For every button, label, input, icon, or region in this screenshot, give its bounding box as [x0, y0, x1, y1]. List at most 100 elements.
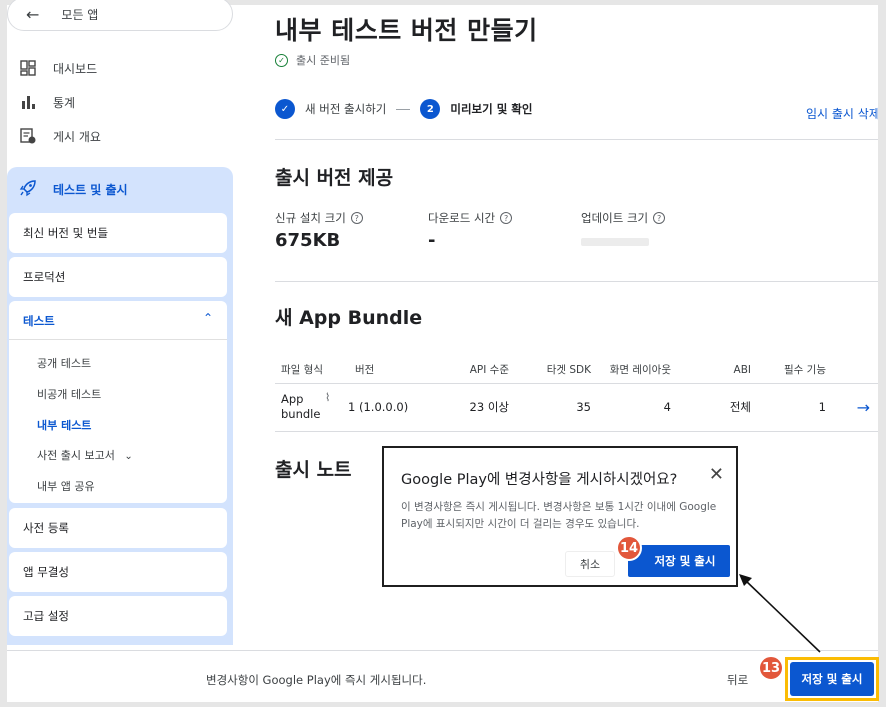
status-text: 출시 준비됨 — [296, 54, 351, 67]
release-notes-title: 출시 노트 — [275, 459, 352, 481]
step-2-label: 미리보기 및 확인 — [450, 102, 533, 116]
new-install-size-label: 신규 설치 크기 ? — [275, 210, 363, 226]
step-1-label[interactable]: 새 버전 출시하기 — [305, 101, 386, 117]
update-size-value-redacted — [581, 238, 649, 246]
save-and-publish-button[interactable]: 저장 및 출시 — [790, 662, 874, 696]
download-time-label: 다운로드 시간 ? — [428, 210, 513, 226]
sidebar-item-test-and-release[interactable]: 테스트 및 출시 — [19, 179, 128, 200]
back-arrow-icon: ← — [26, 4, 40, 24]
sidebar-item-label: 프로덕션 — [23, 270, 66, 284]
sidebar-item-app-integrity[interactable]: 앱 무결성 — [9, 552, 227, 592]
file-type-line1: App — [281, 392, 304, 406]
sidebar-item-publishing-overview[interactable]: 게시 개요 — [19, 127, 101, 145]
column-header-empty — [826, 357, 878, 384]
table-row[interactable]: App bundle ⌇ 1 (1.0.0.0) 23 이상 35 4 전체 1… — [275, 383, 878, 432]
row-detail-button[interactable]: → — [826, 383, 878, 432]
step-badge-13: 13 — [758, 655, 784, 681]
discard-draft-link[interactable]: 임시 출시 삭제 — [806, 105, 878, 122]
step-badge-14: 14 — [616, 535, 642, 561]
column-header: API 수준 — [423, 357, 509, 384]
stepper: ✓ 새 버전 출시하기 2 미리보기 및 확인 — [275, 99, 532, 119]
column-header: 화면 레이아웃 — [591, 357, 671, 384]
cell-layouts: 4 — [591, 383, 671, 432]
cell-version: ⌇ 1 (1.0.0.0) — [325, 383, 423, 432]
column-header: 버전 — [333, 357, 423, 384]
divider — [275, 139, 878, 140]
app-bundle-table: 파일 형식 버전 API 수준 타겟 SDK 화면 레이아웃 ABI 필수 기능… — [275, 357, 878, 432]
help-icon[interactable]: ? — [500, 212, 513, 224]
back-to-all-apps-button[interactable]: ← 모든 앱 — [7, 0, 233, 31]
sidebar-item-pre-launch-report[interactable]: 사전 출시 보고서 ⌄ — [37, 447, 133, 463]
group-label: 테스트 및 출시 — [53, 183, 128, 197]
sidebar-item-production[interactable]: 프로덕션 — [9, 257, 227, 297]
column-header: ABI — [671, 357, 751, 384]
sidebar-item-label: 최신 버전 및 번들 — [23, 226, 109, 240]
testing-section: 테스트 ⌃ 공개 테스트 비공개 테스트 내부 테스트 사전 출시 보고서 ⌄ … — [9, 301, 227, 503]
dashboard-icon — [19, 59, 37, 77]
sidebar-item-statistics[interactable]: 통계 — [19, 93, 75, 111]
sidebar-item-label: 앱 무결성 — [23, 565, 69, 579]
download-time-value: - — [428, 230, 436, 251]
help-icon[interactable]: ? — [653, 212, 666, 224]
sidebar-item-label: 고급 설정 — [23, 609, 69, 623]
release-status: ✓ 출시 준비됨 — [275, 52, 350, 68]
new-install-size-value: 675KB — [275, 230, 341, 251]
sidebar-item-internal-testing[interactable]: 내부 테스트 — [37, 417, 91, 433]
metric-label-text: 업데이트 크기 — [581, 211, 649, 225]
sidebar-item-label: 대시보드 — [53, 61, 98, 76]
arrow-right-icon: → — [856, 397, 870, 417]
metric-label-text: 신규 설치 크기 — [275, 211, 346, 225]
cell-target-sdk: 35 — [509, 383, 591, 432]
back-button[interactable]: 뒤로 — [727, 672, 748, 688]
sidebar-item-closed-testing[interactable]: 비공개 테스트 — [37, 386, 101, 402]
help-icon[interactable]: ? — [350, 212, 363, 224]
app-bundle-title: 새 App Bundle — [275, 307, 423, 329]
bottom-action-bar: 변경사항이 Google Play에 즉시 게시됩니다. 뒤로 저장 및 출시 — [7, 650, 879, 702]
cell-features: 1 — [751, 383, 826, 432]
divider — [9, 339, 227, 340]
sidebar-item-testing[interactable]: 테스트 — [23, 313, 55, 329]
sidebar: ← 모든 앱 대시보드 통계 게시 개요 테스트 및 출시 최신 버전 및 번들 — [7, 0, 233, 645]
chevron-up-icon[interactable]: ⌃ — [203, 311, 213, 325]
table-header-row: 파일 형식 버전 API 수준 타겟 SDK 화면 레이아웃 ABI 필수 기능 — [275, 357, 878, 384]
check-circle-icon: ✓ — [275, 53, 288, 67]
dialog-body: 이 변경사항은 즉시 게시됩니다. 변경사항은 보통 1시간 이내에 Googl… — [401, 501, 717, 530]
test-and-release-group: 테스트 및 출시 최신 버전 및 번들 프로덕션 테스트 ⌃ 공개 테스트 비공… — [7, 167, 233, 645]
dialog-save-and-publish-button[interactable]: 저장 및 출시 — [628, 545, 730, 577]
cell-api: 23 이상 — [423, 383, 509, 432]
version-text: 1 (1.0.0.0) — [348, 400, 409, 414]
cell-abi: 전체 — [671, 383, 751, 432]
file-type-line2: bundle — [281, 407, 321, 421]
paperclip-icon: ⌇ — [325, 391, 331, 404]
step-2-number: 2 — [420, 99, 441, 119]
page-title: 내부 테스트 버전 만들기 — [275, 16, 538, 45]
metric-label-text: 다운로드 시간 — [428, 211, 496, 225]
sidebar-item-advanced-settings[interactable]: 고급 설정 — [9, 596, 227, 636]
update-size-label: 업데이트 크기 ? — [581, 210, 666, 226]
sidebar-item-latest-releases[interactable]: 최신 버전 및 번들 — [9, 213, 227, 253]
step-connector — [396, 108, 411, 110]
divider — [275, 281, 878, 282]
chevron-down-icon: ⌄ — [124, 451, 133, 462]
dialog-title: Google Play에 변경사항을 게시하시겠어요? — [401, 472, 678, 488]
bar-chart-icon — [19, 93, 37, 111]
dialog-cancel-button[interactable]: 취소 — [565, 551, 615, 577]
column-header: 필수 기능 — [751, 357, 826, 384]
rocket-icon — [19, 179, 37, 200]
publish-confirm-dialog: Google Play에 변경사항을 게시하시겠어요? ✕ 이 변경사항은 즉시… — [382, 446, 738, 587]
sidebar-item-label: 사전 출시 보고서 — [37, 449, 115, 462]
sidebar-item-dashboard[interactable]: 대시보드 — [19, 59, 97, 77]
close-icon[interactable]: ✕ — [709, 464, 724, 485]
sidebar-item-open-testing[interactable]: 공개 테스트 — [37, 355, 91, 371]
step-done-check-icon: ✓ — [275, 99, 295, 119]
sidebar-item-label: 게시 개요 — [53, 129, 101, 144]
publishing-overview-icon — [19, 127, 37, 145]
column-header: 파일 형식 — [275, 357, 333, 384]
bottom-message: 변경사항이 Google Play에 즉시 게시됩니다. — [206, 673, 427, 687]
column-header: 타겟 SDK — [509, 357, 591, 384]
back-label: 모든 앱 — [61, 7, 99, 22]
sidebar-item-internal-app-sharing[interactable]: 내부 앱 공유 — [37, 478, 95, 494]
sidebar-item-label: 통계 — [53, 95, 76, 110]
sidebar-item-pre-registration[interactable]: 사전 등록 — [9, 508, 227, 548]
sidebar-item-label: 사전 등록 — [23, 521, 69, 535]
